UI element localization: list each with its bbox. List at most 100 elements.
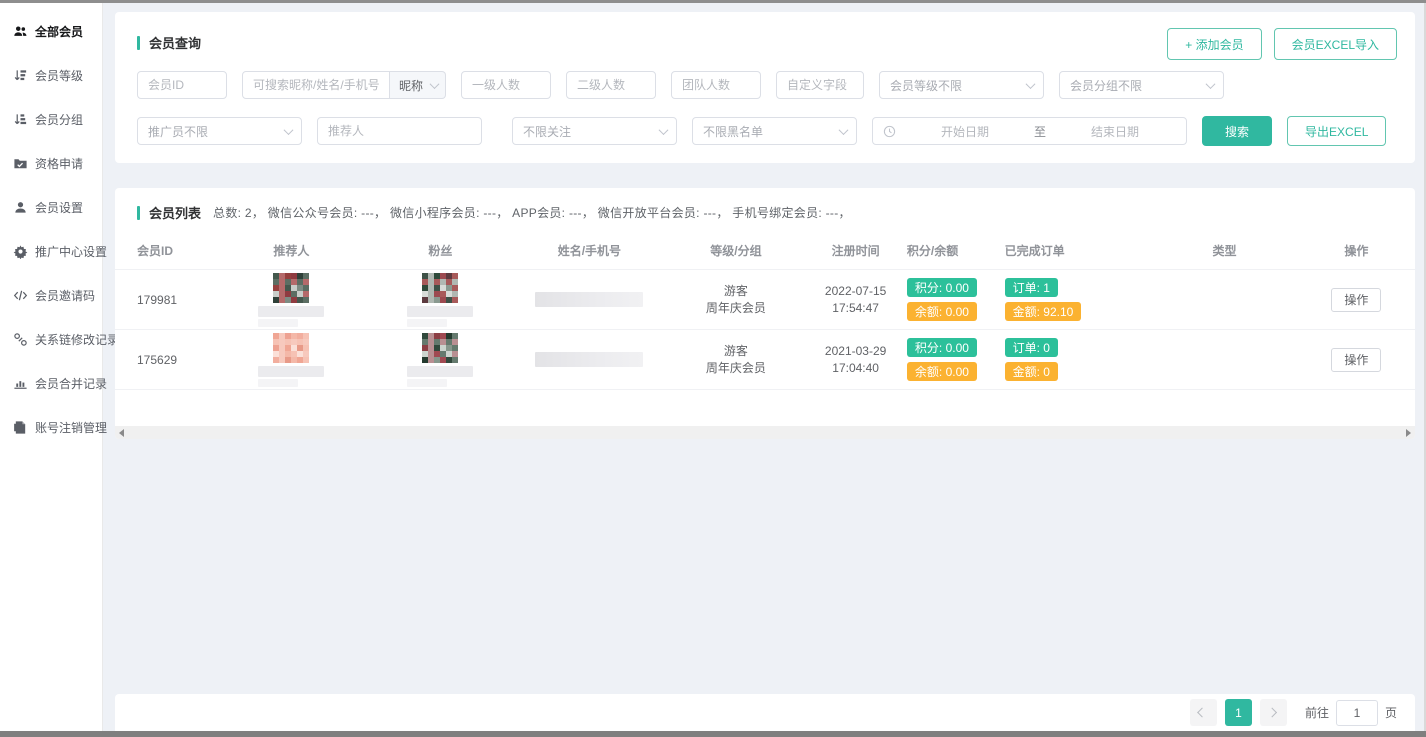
horizontal-scrollbar[interactable] (115, 426, 1415, 439)
follow-select[interactable]: 不限关注 (512, 117, 677, 145)
next-page-button[interactable] (1260, 699, 1287, 726)
keyword-input[interactable] (242, 71, 390, 99)
member-group: 周年庆会员 (668, 360, 805, 377)
sidebar: 全部会员 会员等级 会员分组 资格申请 会员设置 推广中心设置 会员邀请码 关 (0, 3, 103, 731)
keyword-type-value: 昵称 (399, 77, 423, 94)
custom-field-input[interactable] (776, 71, 864, 99)
sidebar-item-member-groups[interactable]: 会员分组 (0, 97, 102, 141)
sidebar-item-qualification[interactable]: 资格申请 (0, 141, 102, 185)
excel-import-button[interactable]: 会员EXCEL导入 (1274, 28, 1397, 60)
folder-check-icon (13, 156, 28, 171)
col-header-register-time: 注册时间 (804, 242, 907, 259)
level1-count-input[interactable] (461, 71, 551, 99)
filter-row-1: 昵称 会员等级不限 会员分组不限 (137, 71, 1395, 99)
sidebar-item-label: 会员分组 (35, 111, 83, 128)
sidebar-item-promotion-settings[interactable]: 推广中心设置 (0, 229, 102, 273)
sidebar-item-merge-log[interactable]: 会员合并记录 (0, 361, 102, 405)
promoter-select[interactable]: 推广员不限 (137, 117, 302, 145)
chevron-right-icon (1267, 708, 1277, 718)
promoter-value: 推广员不限 (148, 123, 208, 140)
sidebar-item-label: 资格申请 (35, 155, 83, 172)
member-query-panel: 会员查询 + 添加会员 会员EXCEL导入 昵称 (115, 12, 1415, 163)
referrer-profile (258, 333, 324, 387)
sidebar-item-member-levels[interactable]: 会员等级 (0, 53, 102, 97)
col-header-name-phone: 姓名/手机号 (511, 242, 667, 259)
window-bottom-edge (0, 731, 1426, 737)
sidebar-item-label: 会员设置 (35, 199, 83, 216)
sidebar-item-all-members[interactable]: 全部会员 (0, 9, 102, 53)
cell-register-time: 2021-03-29 17:04:40 (804, 343, 907, 377)
table-header-row: 会员ID 推荐人 粉丝 姓名/手机号 等级/分组 注册时间 积分/余额 已完成订… (115, 232, 1415, 270)
file-icon (13, 420, 28, 435)
cell-name-phone (511, 292, 667, 307)
sidebar-item-invite-code[interactable]: 会员邀请码 (0, 273, 102, 317)
col-header-points-balance: 积分/余额 (907, 242, 1005, 259)
sort-numeric-icon (13, 68, 28, 83)
cell-referrer (213, 273, 369, 327)
cell-completed-orders: 订单: 0 金额: 0 (1005, 338, 1152, 381)
register-date-range-picker[interactable]: 开始日期 至 结束日期 (872, 117, 1187, 145)
date-end-placeholder: 结束日期 (1054, 123, 1176, 140)
sidebar-item-member-settings[interactable]: 会员设置 (0, 185, 102, 229)
bar-chart-icon (13, 376, 28, 391)
date-separator: 至 (1034, 123, 1046, 140)
keyword-type-select[interactable]: 昵称 (390, 71, 446, 99)
balance-badge: 余额: 0.00 (907, 302, 977, 321)
scroll-right-icon[interactable] (1406, 429, 1411, 437)
prev-page-button[interactable] (1190, 699, 1217, 726)
list-title-text: 会员列表 (149, 203, 201, 222)
row-action-button[interactable]: 操作 (1331, 348, 1381, 372)
member-level: 游客 (668, 283, 805, 300)
referrer-input[interactable] (317, 117, 482, 145)
table-row: 175629 游客 (115, 330, 1415, 390)
referrer-name-redacted (258, 366, 324, 387)
amount-badge: 金额: 0 (1005, 362, 1058, 381)
register-date: 2022-07-15 (804, 283, 907, 300)
chevron-down-icon (1026, 79, 1036, 89)
member-level-select[interactable]: 会员等级不限 (879, 71, 1044, 99)
cell-actions: 操作 (1298, 348, 1415, 372)
users-icon (13, 24, 28, 39)
sidebar-item-label: 推广中心设置 (35, 243, 107, 260)
follow-value: 不限关注 (523, 123, 571, 140)
member-id-input[interactable] (137, 71, 227, 99)
list-panel-header: 会员列表 总数: 2， 微信公众号会员: ---， 微信小程序会员: ---， … (115, 203, 1415, 222)
search-button[interactable]: 搜索 (1202, 116, 1272, 146)
sidebar-item-label: 会员邀请码 (35, 287, 95, 304)
register-time: 17:54:47 (804, 300, 907, 317)
current-page-button[interactable]: 1 (1225, 699, 1252, 726)
chevron-down-icon (1206, 79, 1216, 89)
fans-profile (407, 273, 473, 327)
title-accent-bar (137, 206, 140, 220)
blacklist-select[interactable]: 不限黑名单 (692, 117, 857, 145)
keyword-search-group: 昵称 (242, 71, 446, 99)
clock-icon (883, 125, 896, 138)
scroll-left-icon[interactable] (119, 429, 124, 437)
team-count-input[interactable] (671, 71, 761, 99)
sort-alpha-icon (13, 112, 28, 127)
col-header-type: 类型 (1151, 242, 1298, 259)
add-member-button[interactable]: + 添加会员 (1167, 28, 1261, 60)
cell-member-id: 175629 (115, 353, 213, 367)
window-top-edge (0, 0, 1426, 3)
cell-points-balance: 积分: 0.00 余额: 0.00 (907, 278, 1005, 321)
referrer-profile (258, 273, 324, 327)
sidebar-item-label: 会员等级 (35, 67, 83, 84)
export-excel-button[interactable]: 导出EXCEL (1287, 116, 1386, 146)
sidebar-item-label: 会员合并记录 (35, 375, 107, 392)
list-panel-title: 会员列表 (137, 203, 201, 222)
row-action-button[interactable]: 操作 (1331, 288, 1381, 312)
blacklist-value: 不限黑名单 (703, 123, 763, 140)
chevron-left-icon (1197, 708, 1207, 718)
sidebar-item-label: 全部会员 (35, 23, 83, 40)
member-group-select[interactable]: 会员分组不限 (1059, 71, 1224, 99)
query-actions: + 添加会员 会员EXCEL导入 (1167, 28, 1397, 60)
member-count-summary: 总数: 2， 微信公众号会员: ---， 微信小程序会员: ---， APP会员… (213, 204, 851, 221)
sidebar-item-relation-log[interactable]: 关系链修改记录 (0, 317, 102, 361)
balance-badge: 余额: 0.00 (907, 362, 977, 381)
sidebar-item-account-cancel[interactable]: 账号注销管理 (0, 405, 102, 449)
cell-actions: 操作 (1298, 288, 1415, 312)
level2-count-input[interactable] (566, 71, 656, 99)
goto-page-input[interactable] (1336, 700, 1378, 726)
app-root: 全部会员 会员等级 会员分组 资格申请 会员设置 推广中心设置 会员邀请码 关 (0, 0, 1426, 737)
